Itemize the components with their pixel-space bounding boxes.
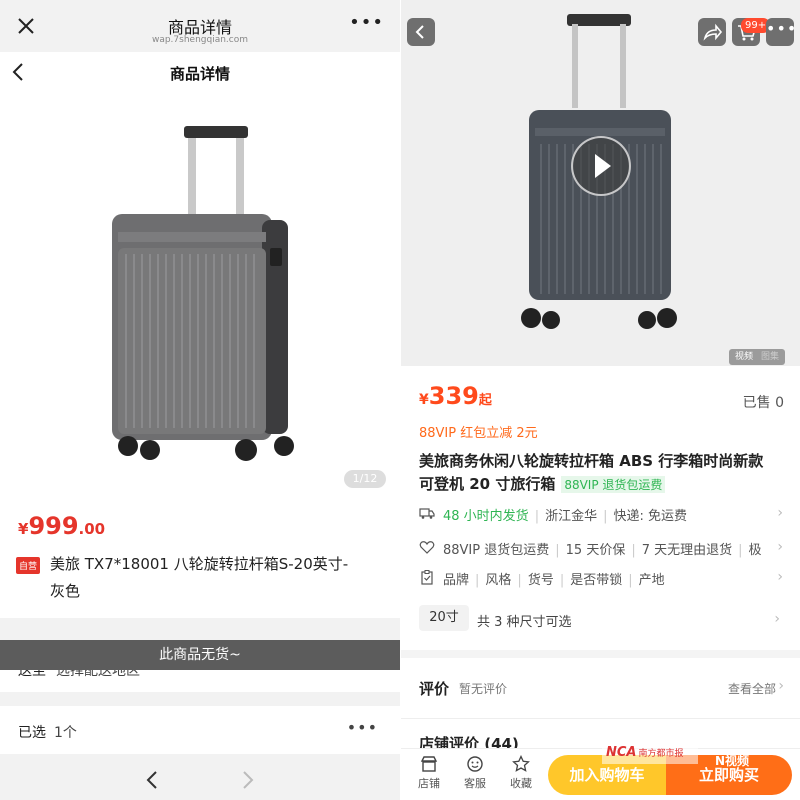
selected-label: 已选 <box>18 725 46 741</box>
watermark-video: N视频 <box>715 754 750 768</box>
service-4: 极 <box>748 543 762 558</box>
out-of-stock-banner: 此商品无货~ <box>0 640 400 670</box>
service-2: 15 天价保 <box>565 543 626 558</box>
view-all-link[interactable]: 查看全部 <box>728 680 776 697</box>
selected-row[interactable]: 已选 1个 ••• <box>0 706 400 754</box>
selected-value: 1个 <box>54 725 77 741</box>
tab-video[interactable]: 视频 <box>735 352 753 362</box>
shop-button[interactable]: 店铺 <box>409 755 449 791</box>
browser-back-icon[interactable] <box>140 766 164 794</box>
self-operated-badge: 自营 <box>16 557 41 574</box>
suitcase-image <box>112 126 294 461</box>
price: ¥339起 <box>419 382 492 410</box>
delivery-time: 48 小时内发货 <box>443 509 529 524</box>
param-lock: 是否带锁 <box>570 573 623 588</box>
param-sku: 货号 <box>527 573 554 588</box>
image-counter: 1/12 <box>344 470 386 488</box>
product-name-line2: 灰色 <box>50 582 81 600</box>
browser-header: 商品详情 wap.7shengqian.com ••• <box>0 0 400 52</box>
selected-more-icon[interactable]: ••• <box>347 718 378 737</box>
product-title: 美旅商务休闲八轮旋转拉杆箱 ABS 行李箱时尚新款 <box>419 452 764 470</box>
vip-promo[interactable]: 88VIP 红包立减 2元 <box>419 422 538 441</box>
right-pane: 99+ ••• 视频 图集 ¥339起 已售 0 88VIP 红包立减 2元 美旅… <box>401 0 800 800</box>
title-tag: 88VIP 退货包运费 <box>561 476 666 493</box>
services-row[interactable]: 88VIP 退货包运费 | 15 天价保 | 7 天无理由退货 | 极 › <box>419 537 789 559</box>
favorite-button[interactable]: 收藏 <box>501 755 541 791</box>
clipboard-icon <box>421 570 433 585</box>
star-icon <box>512 755 530 772</box>
reviews-label: 评价 <box>419 680 450 698</box>
product-name: 美旅 TX7*18001 八轮旋转拉杆箱S-20英寸- <box>50 555 349 573</box>
product-video[interactable]: 99+ ••• 视频 图集 <box>401 0 800 366</box>
product-info: ¥339起 已售 0 88VIP 红包立减 2元 美旅商务休闲八轮旋转拉杆箱 A… <box>401 366 800 650</box>
play-button[interactable] <box>571 136 631 196</box>
params-row[interactable]: 品牌 | 风格 | 货号 | 是否带锁 | 产地 › <box>419 567 789 589</box>
reviews-empty: 暂无评价 <box>459 682 508 696</box>
service-3: 7 天无理由退货 <box>641 543 733 558</box>
play-icon <box>595 154 611 178</box>
product-info: ¥999.00 自营 美旅 TX7*18001 八轮旋转拉杆箱S-20英寸- 灰… <box>0 496 400 618</box>
price: ¥999.00 <box>18 512 106 540</box>
delivery-express: 快递: 免运费 <box>613 509 687 524</box>
back-icon <box>415 25 424 39</box>
subheader-title: 商品详情 <box>169 65 230 83</box>
service-button[interactable]: 客服 <box>455 755 495 791</box>
truck-icon <box>419 508 435 519</box>
service-1: 88VIP 退货包运费 <box>443 543 550 558</box>
chevron-right-icon: › <box>778 678 784 694</box>
media-tabs[interactable]: 视频 图集 <box>729 349 786 365</box>
size-chip[interactable]: 20寸 <box>419 605 469 631</box>
chevron-right-icon: › <box>777 505 783 521</box>
smile-icon <box>467 756 483 772</box>
store-icon <box>420 756 438 772</box>
reviews-section[interactable]: 评价 暂无评价 查看全部 › <box>401 658 800 718</box>
heart-icon <box>419 541 435 554</box>
page-url: wap.7shengqian.com <box>151 35 249 45</box>
product-title-line2: 可登机 20 寸旅行箱 88VIP 退货包运费 <box>419 473 666 494</box>
more-button[interactable]: ••• <box>766 18 796 46</box>
more-icon[interactable]: ••• <box>349 14 384 32</box>
screenshot: 商品详情 wap.7shengqian.com ••• 商品详情 1/12 ¥9… <box>0 0 800 800</box>
tab-gallery[interactable]: 图集 <box>761 352 779 362</box>
delivery-origin: 浙江金华 <box>545 509 598 524</box>
param-origin: 产地 <box>638 573 665 588</box>
param-brand: 品牌 <box>443 573 470 588</box>
chevron-right-icon: › <box>774 611 780 627</box>
sold-count: 已售 0 <box>742 395 784 411</box>
product-image[interactable]: 1/12 <box>0 92 400 496</box>
watermark: NCA 南方都市报 <box>602 742 698 764</box>
subheader: 商品详情 <box>0 52 400 92</box>
delivery-row[interactable]: 48 小时内发货 | 浙江金华 | 快递: 免运费 › <box>419 503 789 525</box>
size-options[interactable]: 共 3 种尺寸可选 <box>477 611 572 630</box>
left-pane: 商品详情 wap.7shengqian.com ••• 商品详情 1/12 ¥9… <box>0 0 400 800</box>
browser-nav <box>0 760 400 800</box>
browser-forward-icon[interactable] <box>236 766 260 794</box>
share-icon <box>703 23 723 41</box>
back-button[interactable] <box>407 18 435 46</box>
share-button[interactable] <box>698 18 726 46</box>
param-style: 风格 <box>485 573 512 588</box>
chevron-right-icon: › <box>777 569 783 585</box>
chevron-right-icon: › <box>777 539 783 555</box>
